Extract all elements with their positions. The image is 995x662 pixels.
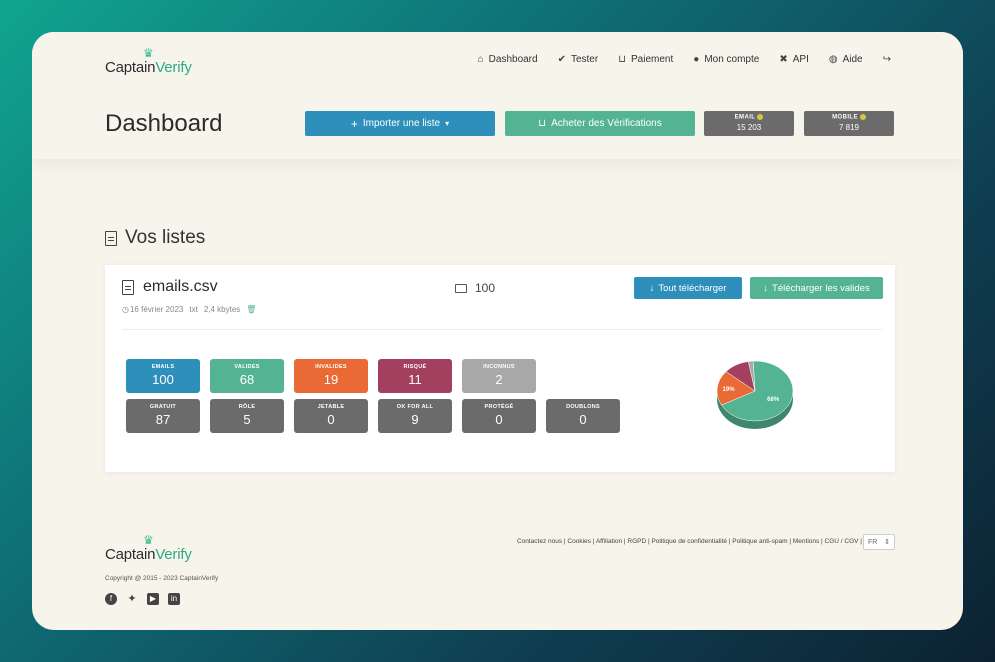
list-card: emails.csv ◷ 16 février 2023 txt 2,4 kby…	[105, 265, 895, 472]
file-name[interactable]: emails.csv	[122, 278, 218, 296]
brand-name-a: Captain	[105, 59, 156, 76]
nav-item-paiement[interactable]: ⊔ Paiement	[618, 54, 673, 65]
stat-r-le[interactable]: RÔLE 5	[210, 399, 284, 433]
stat-label: OK FOR ALL	[396, 404, 434, 410]
arrow-down-icon: ↓	[763, 282, 769, 294]
file-icon	[122, 279, 134, 295]
download-valid-button[interactable]: ↓ Télécharger les valides	[750, 277, 883, 299]
stat-label: PROTÉGÉ	[484, 404, 514, 410]
basket-icon: ⊔	[538, 118, 547, 129]
stat-label: RISQUÉ	[403, 364, 427, 370]
logout-button[interactable]: ↪	[883, 54, 891, 65]
stat-value: 68	[239, 372, 255, 387]
nav-item-api[interactable]: ✖ API	[779, 54, 809, 65]
stat-label: GRATUIT	[149, 404, 177, 410]
stat-jetable[interactable]: JETABLE 0	[294, 399, 368, 433]
crown-icon: ♛	[142, 46, 154, 60]
tools-icon: ✖	[779, 54, 788, 65]
stat-label: INCONNUS	[483, 364, 515, 370]
brand-name-b: Verify	[155, 59, 192, 76]
stat-label: JETABLE	[317, 404, 345, 410]
globe-icon: ◍	[828, 54, 838, 65]
stat-emails[interactable]: EMAILS 100	[126, 359, 200, 393]
stat-label: VALIDES	[234, 364, 260, 370]
pie-label: 68%	[767, 397, 780, 403]
nav-item-mon-compte[interactable]: ● Mon compte	[693, 54, 759, 65]
stat-gratuit[interactable]: GRATUIT 87	[126, 399, 200, 433]
page-title: Dashboard	[105, 110, 223, 137]
email-count: 100	[455, 281, 495, 295]
email-credits-badge: EMAIL 15 203	[704, 111, 794, 136]
language-select[interactable]: FR ⇕	[863, 534, 895, 550]
stat-value: 9	[411, 412, 419, 427]
stat-ok-for-all[interactable]: OK FOR ALL 9	[378, 399, 452, 433]
stat-value: 0	[495, 412, 503, 427]
arrow-down-icon: ↓	[649, 282, 655, 294]
user-icon: ●	[693, 54, 700, 65]
import-list-button[interactable]: + Importer une liste ▾	[305, 111, 495, 136]
info-icon	[757, 114, 764, 120]
envelope-icon	[455, 283, 467, 293]
nav-item-dashboard[interactable]: ⌂ Dashboard	[478, 54, 538, 65]
stat-risqu-[interactable]: RISQUÉ 11	[378, 359, 452, 393]
home-icon: ⌂	[477, 54, 484, 65]
stat-value: 0	[579, 412, 587, 427]
updown-icon: ⇕	[884, 539, 890, 546]
clock-icon: ◷	[122, 305, 129, 314]
copyright: Copyright @ 2015 - 2023 CaptainVerify	[105, 575, 219, 582]
footer-links[interactable]: Contactez nous | Cookies | Affiliation |…	[517, 538, 862, 545]
stat-label: RÔLE	[238, 404, 256, 410]
main-card: ♛ CaptainVerify ⌂ Dashboard ✔ Tester ⊔ Paie…	[32, 32, 963, 630]
stat-value: 0	[327, 412, 335, 427]
logout-icon: ↪	[882, 54, 891, 65]
nav-item-tester[interactable]: ✔ Tester	[558, 54, 599, 65]
twitter-icon[interactable]: ✦	[126, 593, 138, 605]
youtube-icon[interactable]: ▶	[147, 593, 159, 605]
stat-label: INVALIDES	[315, 364, 347, 370]
plus-icon: +	[350, 116, 358, 131]
stat-value: 100	[152, 372, 174, 387]
results-pie-chart: 68% 19%	[716, 360, 794, 429]
linkedin-icon[interactable]: in	[168, 593, 180, 605]
stat-value: 19	[323, 372, 339, 387]
stat-doublons[interactable]: DOUBLONS 0	[546, 399, 620, 433]
logo[interactable]: ♛ CaptainVerify	[105, 46, 192, 76]
mobile-credits-badge: MOBILE 7 819	[804, 111, 894, 136]
download-all-button[interactable]: ↓ Tout télécharger	[634, 277, 742, 299]
document-icon	[105, 230, 117, 246]
footer-logo[interactable]: ♛ CaptainVerify	[105, 533, 192, 563]
basket-icon: ⊔	[618, 54, 627, 65]
social-links: f ✦ ▶ in	[105, 593, 180, 605]
stat-prot-g-[interactable]: PROTÉGÉ 0	[462, 399, 536, 433]
divider	[122, 329, 883, 330]
stat-value: 5	[243, 412, 251, 427]
section-title: Vos listes	[105, 227, 205, 249]
stat-valides[interactable]: VALIDES 68	[210, 359, 284, 393]
stat-value: 2	[495, 372, 503, 387]
stat-label: DOUBLONS	[566, 404, 600, 410]
caret-down-icon: ▾	[445, 119, 450, 128]
nav-item-aide[interactable]: ◍ Aide	[829, 54, 863, 65]
crown-icon: ♛	[142, 533, 154, 547]
facebook-icon[interactable]: f	[105, 593, 117, 605]
stat-inconnus[interactable]: INCONNUS 2	[462, 359, 536, 393]
stat-invalides[interactable]: INVALIDES 19	[294, 359, 368, 393]
stat-label: EMAILS	[151, 364, 175, 370]
buy-verifications-button[interactable]: ⊔ Acheter des Vérifications	[505, 111, 695, 136]
pie-label: 19%	[723, 387, 736, 393]
file-meta: ◷ 16 février 2023 txt 2,4 kbytes 🗑	[122, 305, 257, 314]
check-circle-icon: ✔	[557, 54, 566, 65]
trash-icon[interactable]: 🗑	[246, 305, 256, 314]
stat-value: 11	[408, 372, 422, 387]
top-nav: ⌂ Dashboard ✔ Tester ⊔ Paiement ● Mon compte…	[478, 54, 891, 65]
stat-value: 87	[155, 412, 171, 427]
info-icon	[859, 114, 866, 120]
